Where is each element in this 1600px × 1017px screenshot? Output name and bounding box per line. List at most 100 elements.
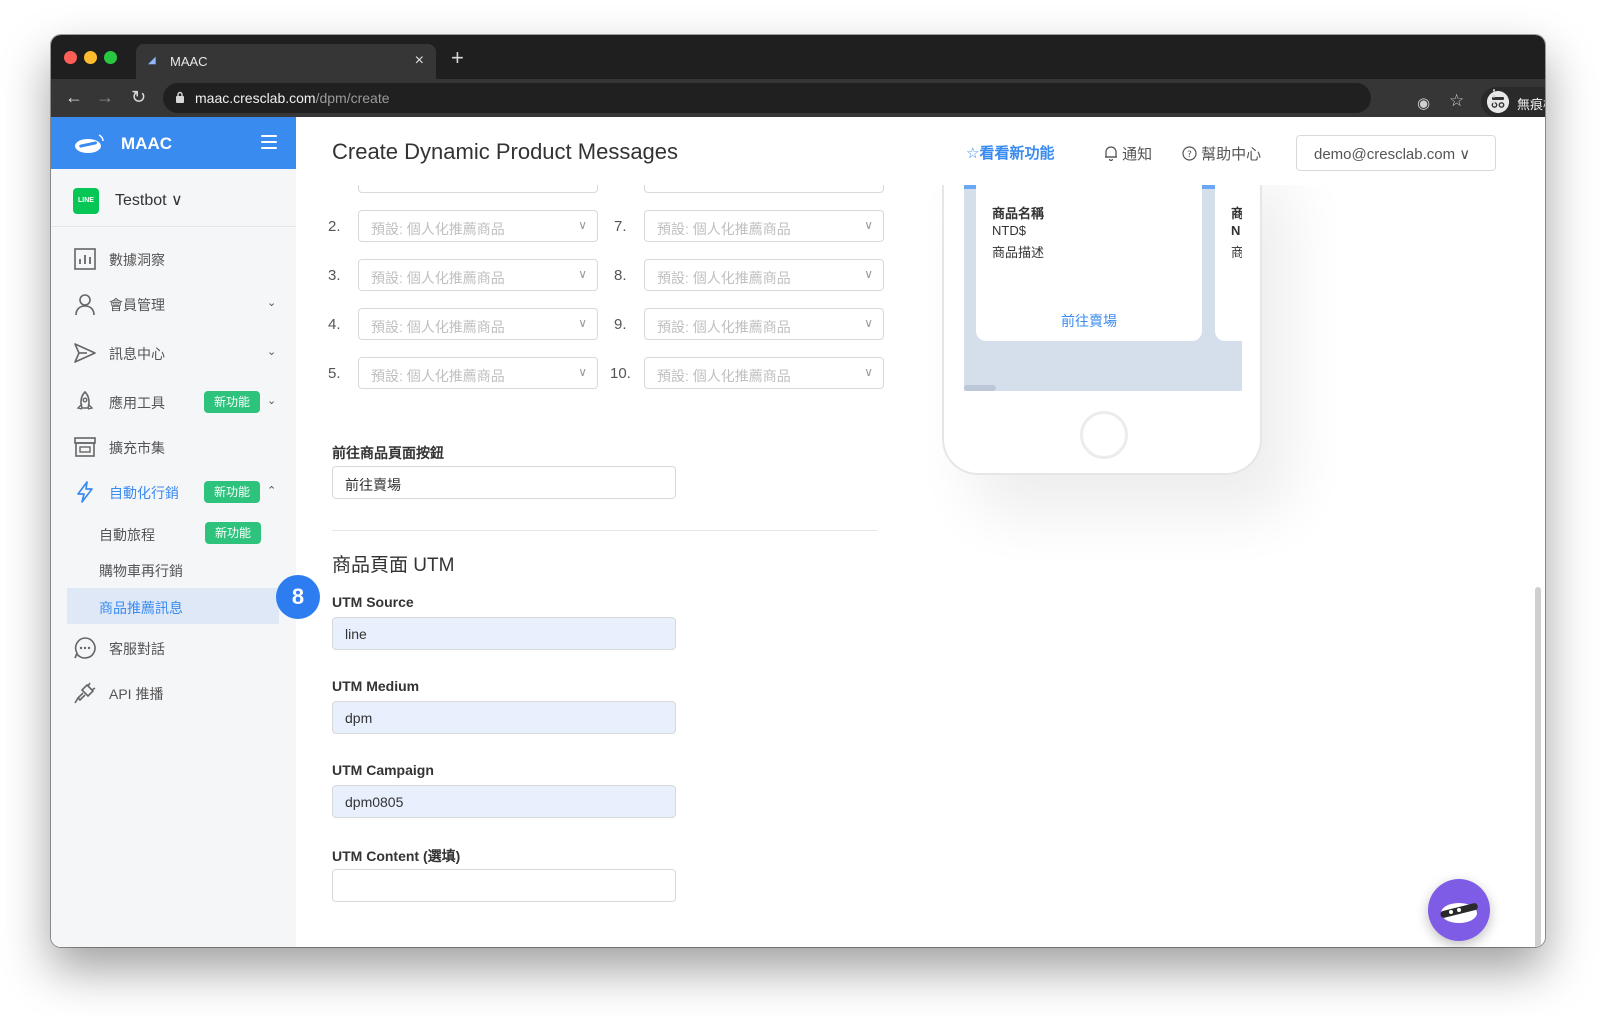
sidebar-item-marketplace[interactable]: 擴充市集 [51, 427, 296, 467]
input-value: 前往賣場 [345, 477, 401, 493]
sidebar-item-members[interactable]: 會員管理 ⌄ [51, 284, 296, 324]
carousel-scroll-thumb[interactable] [964, 385, 996, 391]
user-email: demo@cresclab.com ∨ [1314, 146, 1471, 163]
slot-number: 4. [328, 316, 341, 333]
utm-content-input[interactable] [332, 869, 676, 902]
slot-number: 9. [614, 316, 627, 333]
utm-campaign-input[interactable]: dpm0805 [332, 785, 676, 818]
chat-support-button[interactable] [1428, 879, 1490, 941]
utm-medium-input[interactable]: dpm [332, 701, 676, 734]
lock-icon [176, 91, 184, 103]
chevron-down-icon: ⌄ [267, 297, 277, 309]
sidebar-subitem-label: 商品推薦訊息 [99, 600, 183, 616]
url-path: /dpm/create [315, 90, 390, 106]
select-placeholder: 預設: 個人化推薦商品 [657, 368, 791, 384]
button-text-input[interactable]: 前往賣場 [332, 466, 676, 499]
sidebar-subitem-product-recommendation[interactable]: 商品推薦訊息 [67, 588, 279, 624]
card-description: 商 [1231, 245, 1242, 260]
browser-tab[interactable]: ◢ MAAC × [136, 44, 436, 79]
utm-content-label: UTM Content (選填) [332, 848, 461, 864]
account-name: Testbot ∨ [115, 192, 183, 209]
incognito-label: 無痕模式 [1517, 97, 1545, 112]
back-arrow-icon[interactable]: ← [65, 86, 83, 108]
tab-title: MAAC [170, 54, 208, 69]
new-feature-badge: 新功能 [205, 522, 261, 544]
product-select[interactable] [358, 185, 598, 193]
chevron-down-icon: ⌄ [267, 346, 277, 358]
sidebar-item-tools[interactable]: 應用工具 新功能 ⌄ [51, 382, 296, 422]
store-icon [74, 437, 96, 457]
chart-icon [74, 248, 96, 270]
close-window-button[interactable] [64, 51, 77, 64]
sidebar-item-label: API 推播 [109, 686, 164, 702]
sidebar-item-messages[interactable]: 訊息中心 ⌄ [51, 333, 296, 373]
chevron-down-icon: ⌄ [267, 395, 277, 407]
section-divider [332, 530, 877, 531]
product-select[interactable]: 預設: 個人化推薦商品 ∨ [358, 308, 598, 340]
help-center-button[interactable]: ? 幫助中心 [1182, 143, 1261, 164]
sidebar-item-insights[interactable]: 數據洞察 [51, 239, 296, 279]
star-icon: ☆ [966, 145, 980, 162]
ninja-mascot-icon [1440, 903, 1478, 923]
select-placeholder: 預設: 個人化推薦商品 [371, 221, 505, 237]
product-select[interactable]: 預設: 個人化推薦商品 ∨ [644, 308, 884, 340]
svg-text:?: ? [1187, 150, 1192, 160]
product-select[interactable] [644, 185, 884, 193]
product-select[interactable]: 預設: 個人化推薦商品 ∨ [644, 357, 884, 389]
sidebar-item-label: 擴充市集 [109, 440, 165, 456]
product-select[interactable]: 預設: 個人化推薦商品 ∨ [358, 259, 598, 291]
maximize-window-button[interactable] [104, 51, 117, 64]
account-switcher[interactable]: LINE Testbot ∨ [51, 169, 296, 227]
sidebar-subitem-journey[interactable]: 自動旅程 新功能 [67, 515, 279, 551]
rocket-icon [76, 390, 94, 410]
slot-number: 3. [328, 267, 341, 284]
select-placeholder: 預設: 個人化推薦商品 [371, 319, 505, 335]
hamburger-menu-icon[interactable] [261, 135, 277, 149]
sidebar-item-customer-chat[interactable]: 客服對話 [51, 628, 296, 668]
product-select[interactable]: 預設: 個人化推薦商品 ∨ [358, 210, 598, 242]
user-account-dropdown[interactable]: demo@cresclab.com ∨ [1296, 135, 1496, 171]
card-price: NTD$ [992, 223, 1026, 238]
card-shop-link[interactable]: 前往賣場 [976, 311, 1202, 331]
card-description: 商品描述 [992, 245, 1045, 260]
maac-logo-icon [75, 134, 104, 153]
card-product-name: 商品名稱 [992, 206, 1045, 221]
sidebar-item-label: 會員管理 [109, 297, 165, 313]
favicon-icon: ◢ [148, 55, 156, 66]
notifications-label: 通知 [1122, 146, 1153, 163]
page-scrollbar[interactable] [1535, 587, 1541, 947]
select-placeholder: 預設: 個人化推薦商品 [657, 221, 791, 237]
minimize-window-button[interactable] [84, 51, 97, 64]
whats-new-label: 看看新功能 [979, 145, 1055, 162]
sidebar-subitem-cart-remarketing[interactable]: 購物車再行銷 [67, 551, 279, 587]
address-bar[interactable]: maac.cresclab.com/dpm/create ◉ ☆ 無痕模式 [163, 83, 1545, 117]
page-title: Create Dynamic Product Messages [332, 139, 679, 164]
product-card-next: 商 N 商 [1215, 185, 1242, 341]
whats-new-link[interactable]: ☆看看新功能 [966, 142, 1054, 163]
browser-window: ◢ MAAC × + ← → ↻ maac.cresclab.com/dpm/c… [51, 35, 1545, 947]
sidebar-item-api[interactable]: API 推播 [51, 673, 296, 713]
new-feature-badge: 新功能 [204, 391, 260, 413]
reload-icon[interactable]: ↻ [131, 86, 146, 108]
forward-arrow-icon[interactable]: → [96, 86, 114, 108]
product-select[interactable]: 預設: 個人化推薦商品 ∨ [644, 259, 884, 291]
utm-source-input[interactable]: line [332, 617, 676, 650]
help-center-label: 幫助中心 [1201, 146, 1262, 163]
bookmark-star-icon[interactable]: ☆ [1449, 92, 1464, 110]
new-feature-badge: 新功能 [204, 481, 260, 503]
eye-off-icon[interactable]: ◉ [1417, 94, 1430, 112]
chevron-down-icon: ∨ [578, 267, 587, 281]
select-placeholder: 預設: 個人化推薦商品 [657, 319, 791, 335]
utm-campaign-label: UTM Campaign [332, 762, 434, 778]
sidebar-item-automation[interactable]: 自動化行銷 新功能 ⌃ [51, 472, 296, 512]
product-select[interactable]: 預設: 個人化推薦商品 ∨ [644, 210, 884, 242]
tab-close-icon[interactable]: × [415, 52, 424, 70]
slot-number: 5. [328, 365, 341, 382]
notifications-button[interactable]: 通知 [1104, 143, 1152, 164]
new-tab-button[interactable]: + [451, 47, 464, 69]
url-text: maac.cresclab.com/dpm/create [195, 90, 390, 106]
browser-menu-icon[interactable]: ⋮ [1485, 87, 1503, 105]
card-product-name: 商 [1231, 206, 1242, 221]
logo-text: MAAC [121, 134, 172, 153]
product-select[interactable]: 預設: 個人化推薦商品 ∨ [358, 357, 598, 389]
